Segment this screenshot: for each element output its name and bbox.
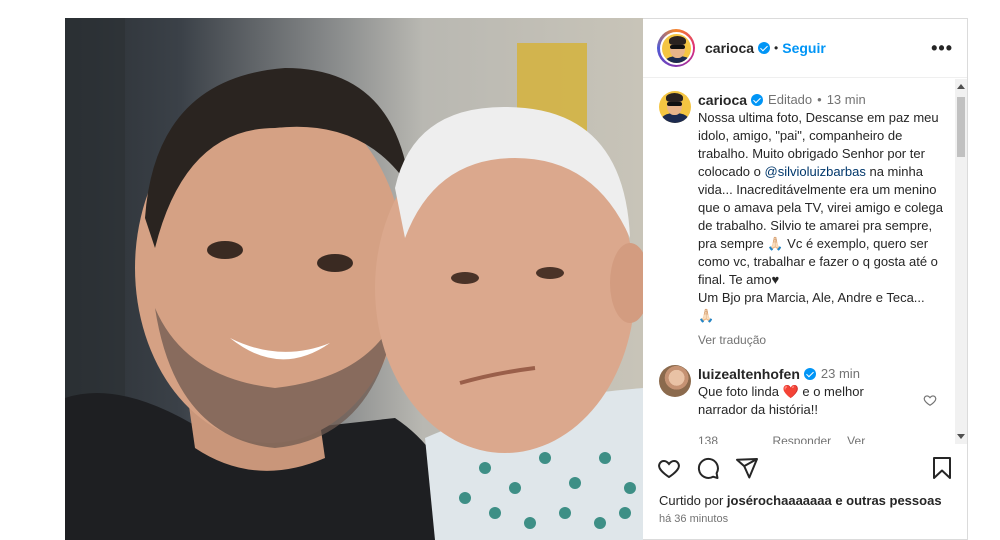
comment-translate-link[interactable]: Ver tradução <box>847 432 908 444</box>
post-actions <box>657 456 953 480</box>
separator-dot: • <box>774 41 779 55</box>
avatar-image <box>659 31 693 65</box>
comment-icon[interactable] <box>696 456 720 480</box>
commenter-avatar[interactable] <box>659 365 691 397</box>
comment-time: 23 min <box>820 366 860 381</box>
translate-link[interactable]: Ver tradução <box>698 331 946 349</box>
liked-by: Curtido por josérochaaaaaaa e outras pes… <box>659 493 942 508</box>
post-timestamp: há 36 minutos <box>659 513 729 525</box>
caption-header: carioca Editado • 13 min <box>698 91 946 109</box>
follow-button[interactable]: Seguir <box>782 40 826 56</box>
reply-button[interactable]: Responder <box>772 432 831 444</box>
photo-illustration <box>65 18 643 540</box>
liked-by-user[interactable]: josérochaaaaaaa <box>727 493 832 508</box>
comments-scrollbar[interactable] <box>955 79 967 444</box>
verified-badge-icon <box>751 94 764 106</box>
heart-icon[interactable] <box>657 456 681 480</box>
scroll-down-arrow[interactable] <box>957 434 965 439</box>
separator-dot: • <box>817 92 822 107</box>
more-options-icon[interactable]: ••• <box>931 38 953 59</box>
comment-actions: 138 curtidas Responder Ver tradução <box>698 432 908 444</box>
caption-body: carioca Editado • 13 min Nossa ultima fo… <box>698 91 946 349</box>
caption: carioca Editado • 13 min Nossa ultima fo… <box>643 79 967 349</box>
scroll-thumb[interactable] <box>957 97 965 157</box>
scroll-up-arrow[interactable] <box>957 84 965 89</box>
edited-label: Editado <box>768 92 813 107</box>
mention-link[interactable]: @silvioluizbarbas <box>765 164 866 179</box>
comment-likes[interactable]: 138 curtidas <box>698 432 756 444</box>
comments-section[interactable]: carioca Editado • 13 min Nossa ultima fo… <box>643 79 967 444</box>
post-header: carioca • Seguir ••• <box>643 19 967 78</box>
comment-text: Que foto linda ❤️ e o melhor narrador da… <box>698 384 864 417</box>
comment-heart-icon[interactable] <box>923 393 937 407</box>
verified-badge-icon <box>758 42 771 54</box>
verified-badge-icon <box>803 368 816 380</box>
liked-by-prefix: Curtido por <box>659 493 727 508</box>
bookmark-icon[interactable] <box>931 456 953 480</box>
author-username[interactable]: carioca <box>705 40 754 56</box>
comment-header: luizealtenhofen 23 min <box>698 365 908 383</box>
post-panel: carioca • Seguir ••• carioca Editado • 1… <box>643 18 968 540</box>
comment-item: luizealtenhofen 23 min Que foto linda ❤️… <box>643 349 967 444</box>
caption-avatar[interactable] <box>659 91 691 123</box>
caption-username[interactable]: carioca <box>698 91 747 109</box>
liked-by-suffix[interactable]: e outras pessoas <box>832 493 941 508</box>
caption-text-part2: na minha vida... Inacreditávelmente era … <box>698 164 943 323</box>
commenter-username[interactable]: luizealtenhofen <box>698 365 800 383</box>
caption-time: 13 min <box>826 92 866 107</box>
caption-text: Nossa ultima foto, Descanse em paz meu i… <box>698 109 946 325</box>
comment-body: luizealtenhofen 23 min Que foto linda ❤️… <box>698 365 908 444</box>
author-avatar[interactable] <box>657 29 695 67</box>
post-photo[interactable] <box>65 18 643 540</box>
share-icon[interactable] <box>735 456 759 480</box>
